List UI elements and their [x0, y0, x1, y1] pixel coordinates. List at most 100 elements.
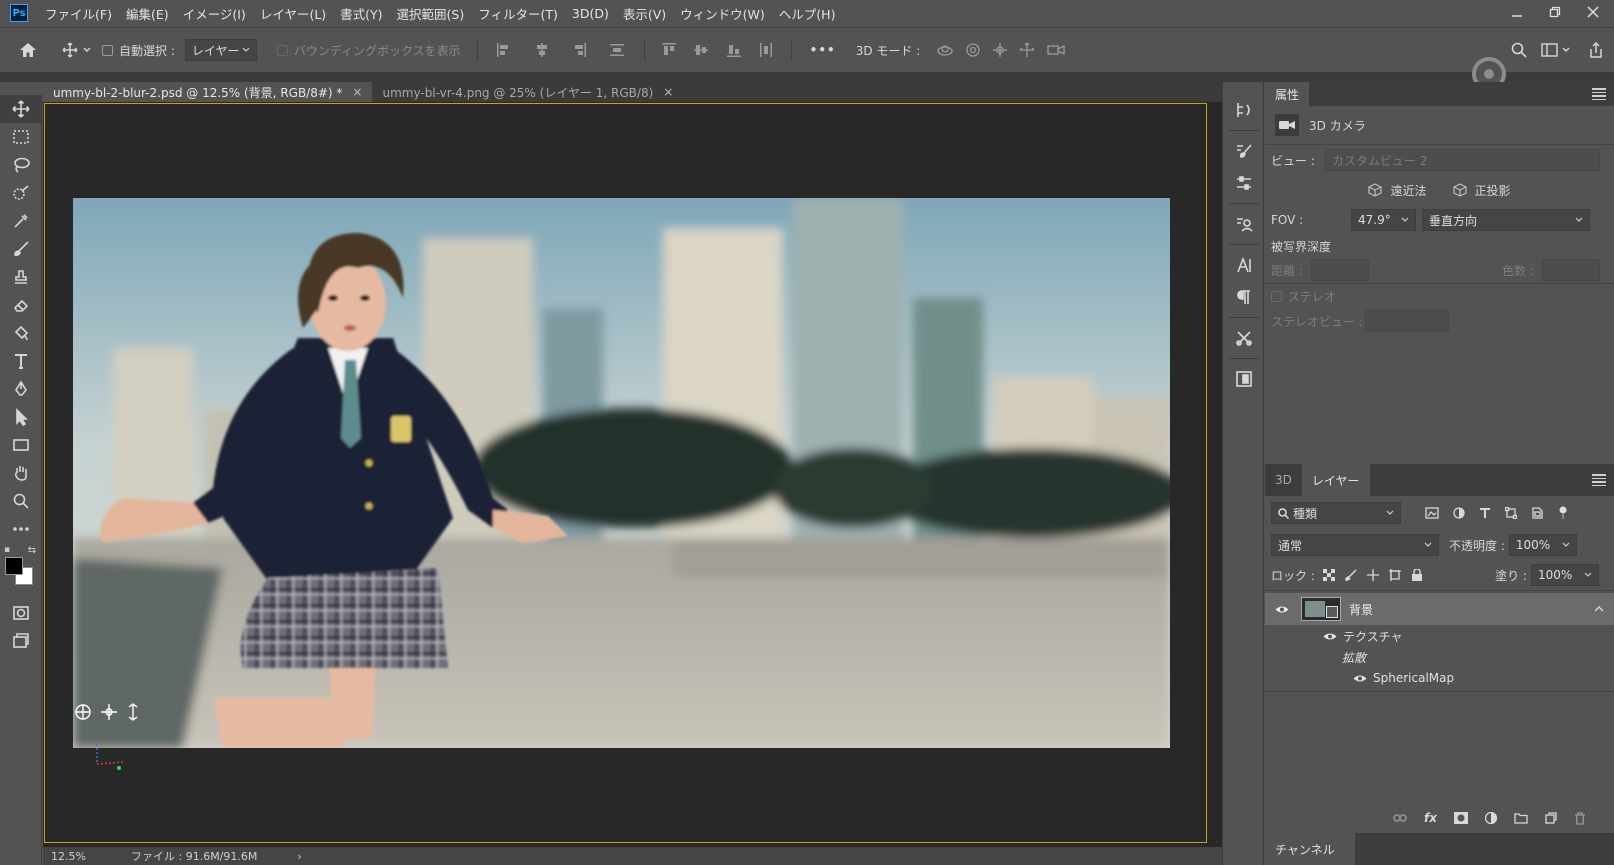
- brush-tool-icon[interactable]: [0, 235, 42, 263]
- pen-tool-icon[interactable]: [0, 375, 42, 403]
- history-panel-icon[interactable]: [1223, 94, 1265, 126]
- restore-icon[interactable]: [1540, 1, 1570, 23]
- close-window-icon[interactable]: [1578, 1, 1608, 23]
- visibility-eye-icon[interactable]: [1275, 605, 1289, 614]
- close-tab-icon[interactable]: ×: [352, 85, 362, 99]
- blur-input[interactable]: [1542, 259, 1600, 281]
- distribute-vertical-icon[interactable]: [609, 43, 624, 57]
- search-icon[interactable]: [1504, 42, 1534, 58]
- zoom-tool-icon[interactable]: [0, 487, 42, 515]
- info-panel-icon[interactable]: [1223, 363, 1265, 395]
- adjustments-panel-icon[interactable]: [1223, 167, 1265, 199]
- layer-row-background[interactable]: 背景: [1265, 593, 1614, 625]
- orthographic-button[interactable]: 正投影: [1452, 182, 1511, 199]
- panel-menu-icon[interactable]: [1592, 474, 1606, 486]
- filter-smart-object-icon[interactable]: [1531, 507, 1543, 519]
- lock-transparent-icon[interactable]: [1322, 569, 1335, 581]
- adjustment-layer-icon[interactable]: [1485, 812, 1497, 824]
- quick-mask-icon[interactable]: [0, 599, 42, 627]
- marquee-tool-icon[interactable]: [0, 123, 42, 151]
- align-hcenter-icon[interactable]: [535, 43, 549, 57]
- tab-channels[interactable]: チャンネル: [1265, 833, 1355, 865]
- menu-file[interactable]: ファイル(F): [38, 4, 119, 23]
- filter-type-icon[interactable]: [1479, 507, 1491, 519]
- align-top-icon[interactable]: [661, 43, 676, 57]
- distance-input[interactable]: [1311, 259, 1369, 281]
- pan-widget-icon[interactable]: [100, 703, 118, 721]
- menu-filter[interactable]: フィルター(T): [471, 4, 565, 23]
- filter-toggle-icon[interactable]: [1557, 506, 1569, 520]
- move-tool-icon[interactable]: [0, 95, 42, 123]
- stamp-tool-icon[interactable]: [0, 263, 42, 291]
- swap-colors-icon[interactable]: ⇆: [28, 545, 36, 556]
- lock-pixels-icon[interactable]: [1345, 569, 1357, 581]
- tab-document-2[interactable]: ummy-bl-vr-4.png @ 25% (レイヤー 1, RGB/8) ×: [372, 82, 683, 102]
- path-selection-tool-icon[interactable]: [0, 403, 42, 431]
- orbit-3d-icon[interactable]: [936, 43, 954, 57]
- fov-direction-dropdown[interactable]: 垂直方向: [1422, 209, 1590, 231]
- menu-view[interactable]: 表示(V): [616, 4, 673, 23]
- home-icon[interactable]: [0, 42, 56, 58]
- sublayer-texture[interactable]: テクスチャ: [1265, 625, 1614, 647]
- lock-all-icon[interactable]: [1411, 569, 1423, 581]
- add-mask-icon[interactable]: [1454, 812, 1468, 824]
- delete-layer-icon[interactable]: [1574, 811, 1586, 825]
- slide-3d-icon[interactable]: [1019, 42, 1035, 58]
- chevron-up-icon[interactable]: [1594, 605, 1604, 613]
- auto-select-checkbox[interactable]: [102, 44, 113, 56]
- status-menu-arrow[interactable]: ›: [297, 850, 301, 863]
- stereo-view-dropdown[interactable]: [1365, 310, 1449, 332]
- blend-mode-dropdown[interactable]: 通常: [1271, 534, 1439, 556]
- menu-window[interactable]: ウィンドウ(W): [673, 4, 772, 23]
- default-colors-icon[interactable]: ▪: [4, 545, 10, 555]
- align-vcenter-icon[interactable]: [694, 43, 709, 57]
- move-tool-preset-icon[interactable]: [56, 42, 98, 58]
- brush-settings-panel-icon[interactable]: [1223, 135, 1265, 167]
- share-icon[interactable]: [1578, 42, 1614, 58]
- paragraph-panel-icon[interactable]: [1223, 281, 1265, 313]
- close-tab-icon[interactable]: ×: [663, 85, 673, 99]
- menu-image[interactable]: イメージ(I): [176, 4, 253, 23]
- panel-menu-icon[interactable]: [1592, 88, 1606, 100]
- lock-artboard-icon[interactable]: [1388, 569, 1401, 581]
- fx-icon[interactable]: fx: [1424, 811, 1437, 825]
- eraser-tool-icon[interactable]: [0, 291, 42, 319]
- eyedropper-tool-icon[interactable]: [0, 207, 42, 235]
- menu-edit[interactable]: 編集(E): [119, 4, 176, 23]
- stereo-checkbox[interactable]: [1271, 290, 1282, 302]
- opacity-input[interactable]: 100%: [1508, 534, 1577, 556]
- filter-pixel-icon[interactable]: [1425, 507, 1439, 519]
- tab-properties[interactable]: 属性: [1265, 82, 1310, 106]
- bounding-box-checkbox[interactable]: [276, 44, 288, 56]
- more-options-button[interactable]: •••: [810, 43, 836, 57]
- fill-input[interactable]: 100%: [1531, 564, 1599, 586]
- align-bottom-icon[interactable]: [726, 43, 741, 57]
- view-dropdown[interactable]: カスタムビュー 2: [1325, 149, 1600, 171]
- pan-3d-icon[interactable]: [992, 42, 1008, 58]
- visibility-eye-icon[interactable]: [1353, 674, 1367, 683]
- tools-preset-panel-icon[interactable]: [1223, 322, 1265, 354]
- lasso-tool-icon[interactable]: [0, 151, 42, 179]
- rectangle-tool-icon[interactable]: [0, 431, 42, 459]
- dolly-widget-icon[interactable]: [126, 703, 140, 721]
- menu-layer[interactable]: レイヤー(L): [253, 4, 333, 23]
- hand-tool-icon[interactable]: [0, 459, 42, 487]
- lock-position-icon[interactable]: [1366, 569, 1379, 581]
- link-layers-icon[interactable]: [1393, 813, 1407, 823]
- more-tools-icon[interactable]: [0, 515, 42, 543]
- menu-type[interactable]: 書式(Y): [333, 4, 389, 23]
- screen-mode-icon[interactable]: [0, 627, 42, 655]
- orbit-widget-icon[interactable]: [74, 703, 92, 721]
- filter-shape-icon[interactable]: [1505, 507, 1517, 519]
- type-tool-icon[interactable]: [0, 347, 42, 375]
- zoom-level[interactable]: 12.5%: [51, 850, 121, 863]
- quick-selection-tool-icon[interactable]: [0, 179, 42, 207]
- libraries-panel-icon[interactable]: [1223, 208, 1265, 240]
- menu-3d[interactable]: 3D(D): [565, 6, 616, 21]
- roll-3d-icon[interactable]: [965, 42, 981, 58]
- visibility-eye-icon[interactable]: [1323, 632, 1337, 641]
- fov-input[interactable]: 47.9°: [1351, 209, 1416, 231]
- align-right-icon[interactable]: [572, 43, 587, 57]
- zoom-3d-camera-icon[interactable]: [1046, 43, 1065, 57]
- filter-adjustment-icon[interactable]: [1453, 507, 1465, 519]
